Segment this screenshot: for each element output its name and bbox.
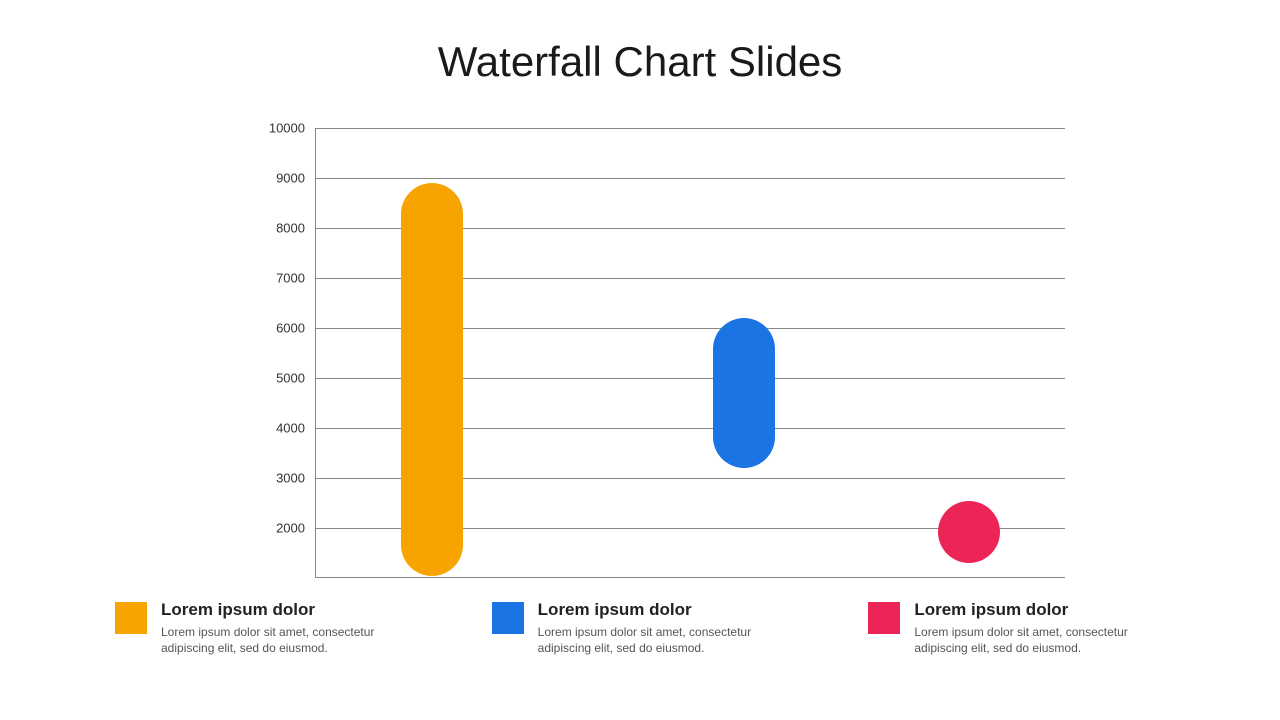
legend-title: Lorem ipsum dolor bbox=[161, 600, 422, 620]
chart-gridline bbox=[316, 178, 1065, 179]
legend-swatch bbox=[868, 602, 900, 634]
y-tick-label: 2000 bbox=[276, 521, 305, 536]
legend-item: Lorem ipsum dolor Lorem ipsum dolor sit … bbox=[868, 600, 1175, 656]
legend-text: Lorem ipsum dolor Lorem ipsum dolor sit … bbox=[161, 600, 422, 656]
page-title: Waterfall Chart Slides bbox=[0, 38, 1280, 86]
legend-title: Lorem ipsum dolor bbox=[538, 600, 799, 620]
y-tick-label: 6000 bbox=[276, 321, 305, 336]
legend-text: Lorem ipsum dolor Lorem ipsum dolor sit … bbox=[538, 600, 799, 656]
y-tick-label: 10000 bbox=[269, 121, 305, 136]
y-tick-label: 8000 bbox=[276, 221, 305, 236]
legend-desc: Lorem ipsum dolor sit amet, consectetur … bbox=[538, 624, 799, 656]
chart-bar bbox=[713, 318, 775, 468]
chart-plot-area bbox=[315, 128, 1065, 578]
chart-bar bbox=[938, 501, 1000, 564]
legend-desc: Lorem ipsum dolor sit amet, consectetur … bbox=[161, 624, 422, 656]
chart-bar bbox=[401, 183, 463, 576]
y-tick-label: 7000 bbox=[276, 271, 305, 286]
y-tick-label: 3000 bbox=[276, 471, 305, 486]
legend-desc: Lorem ipsum dolor sit amet, consectetur … bbox=[914, 624, 1175, 656]
y-tick-label: 9000 bbox=[276, 171, 305, 186]
legend-row: Lorem ipsum dolor Lorem ipsum dolor sit … bbox=[115, 600, 1175, 656]
legend-item: Lorem ipsum dolor Lorem ipsum dolor sit … bbox=[115, 600, 422, 656]
legend-swatch bbox=[492, 602, 524, 634]
legend-swatch bbox=[115, 602, 147, 634]
legend-text: Lorem ipsum dolor Lorem ipsum dolor sit … bbox=[914, 600, 1175, 656]
y-tick-label: 5000 bbox=[276, 371, 305, 386]
legend-title: Lorem ipsum dolor bbox=[914, 600, 1175, 620]
chart-gridline bbox=[316, 128, 1065, 129]
y-tick-label: 4000 bbox=[276, 421, 305, 436]
legend-item: Lorem ipsum dolor Lorem ipsum dolor sit … bbox=[492, 600, 799, 656]
